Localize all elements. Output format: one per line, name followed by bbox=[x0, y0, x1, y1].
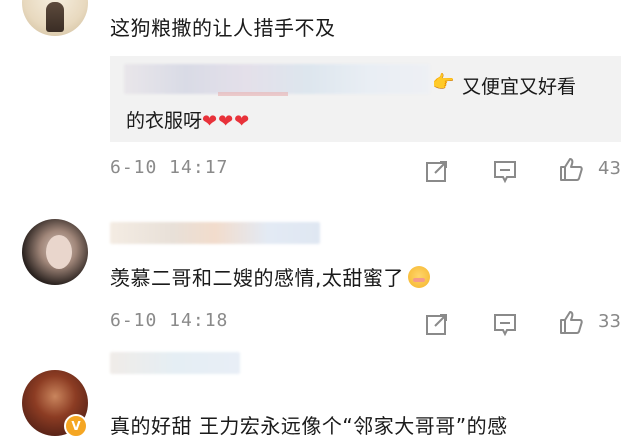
quoted-comment[interactable]: 👉 又便宜又好看 的衣服呀❤❤❤ bbox=[110, 56, 621, 142]
blurred-quote-author bbox=[124, 64, 430, 94]
comment-timestamp: 6-10 14:18 bbox=[110, 310, 229, 331]
comment-text: 真的好甜 王力宏永远像个“邻家大哥哥”的感 bbox=[110, 414, 508, 438]
heart-icon: ❤❤❤ bbox=[202, 111, 251, 132]
thumbs-up-icon[interactable] bbox=[558, 309, 584, 335]
comment-timestamp: 6-10 14:17 bbox=[110, 157, 229, 178]
avatar[interactable] bbox=[22, 219, 88, 285]
like-count: 33 bbox=[598, 311, 621, 332]
share-icon[interactable] bbox=[424, 158, 450, 184]
comment-icon[interactable] bbox=[492, 311, 518, 337]
share-icon[interactable] bbox=[424, 311, 450, 337]
blurred-username bbox=[110, 222, 320, 244]
avatar[interactable] bbox=[22, 0, 88, 36]
pointing-hand-icon: 👉 bbox=[432, 72, 455, 93]
thumbs-up-icon[interactable] bbox=[558, 156, 584, 182]
like-count: 43 bbox=[598, 158, 621, 179]
quote-text-line2: 的衣服呀❤❤❤ bbox=[126, 110, 251, 132]
verified-badge-icon: V bbox=[64, 414, 88, 438]
blurred-username bbox=[110, 352, 240, 374]
quote-text-line1: 又便宜又好看 bbox=[462, 76, 577, 98]
comment-icon[interactable] bbox=[492, 158, 518, 184]
blushing-emoji-icon bbox=[407, 266, 430, 288]
comment-text: 羡慕二哥和二嫂的感情,太甜蜜了 bbox=[110, 262, 430, 291]
comment-text: 这狗粮撒的让人措手不及 bbox=[110, 16, 336, 40]
